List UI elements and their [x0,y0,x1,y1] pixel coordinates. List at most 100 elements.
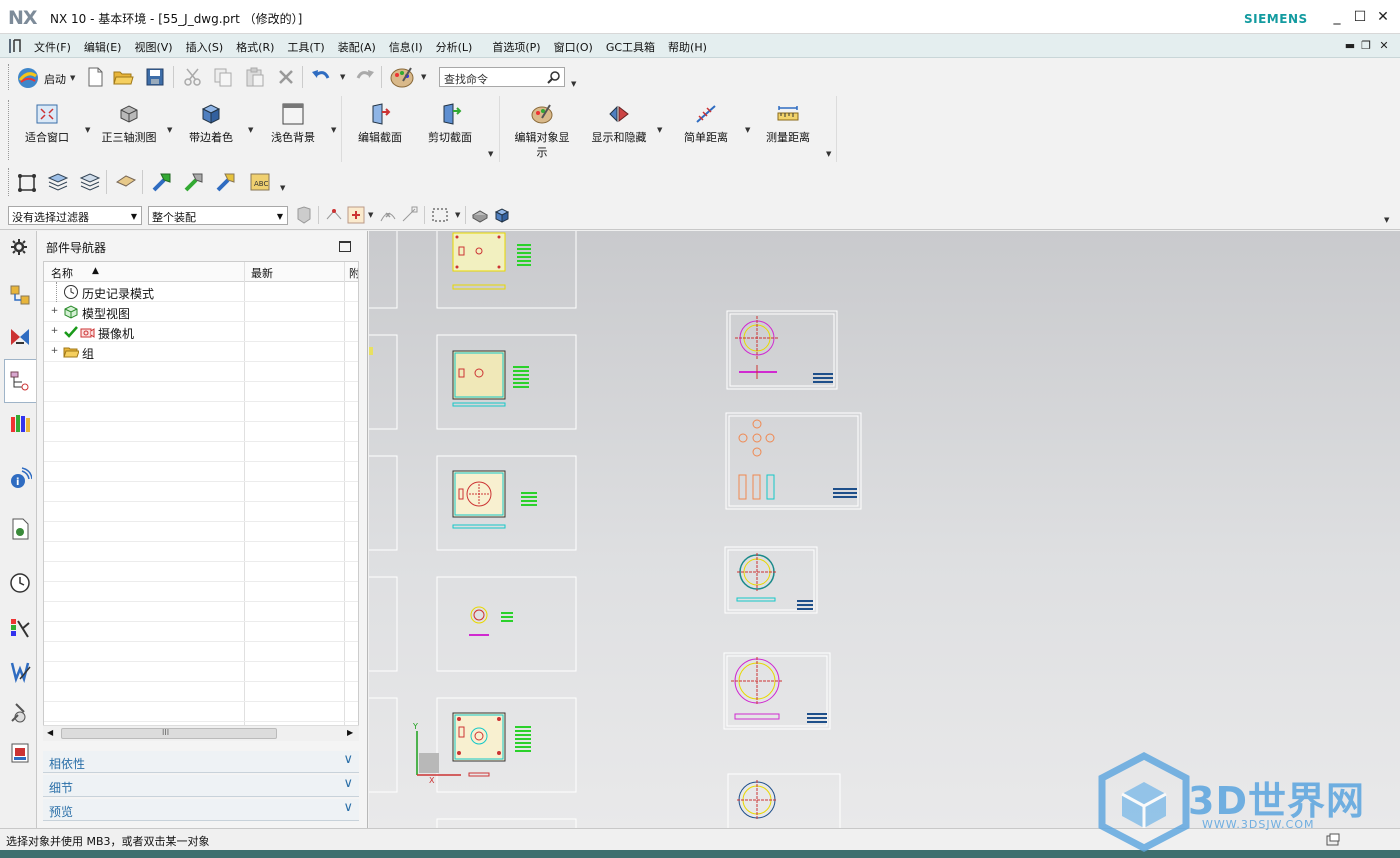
chevron-down-icon[interactable]: ▼ [368,211,373,219]
search-icon[interactable] [547,70,561,84]
new-file-icon[interactable] [84,66,106,88]
constraint-navigator-icon[interactable] [8,325,32,349]
rectangle-select-icon[interactable] [430,205,450,225]
preview-panel[interactable]: 预览 ∨ [43,799,359,821]
chevron-down-icon[interactable]: ▼ [70,74,75,82]
scroll-right-icon[interactable]: ▶ [347,728,353,737]
general-selection-icon[interactable] [294,205,314,225]
gear-icon[interactable] [9,237,29,257]
sheet-1[interactable] [436,231,577,309]
sort-ascending-icon[interactable]: ▲ [92,266,99,276]
layer-visibility-icon[interactable] [78,170,102,194]
sheet-3[interactable] [436,455,577,551]
selection-intent-icon[interactable] [346,205,366,225]
sheet-8[interactable] [724,546,818,614]
paste-icon[interactable] [244,66,266,88]
sheet-5[interactable] [436,697,577,793]
chevron-down-icon[interactable]: ▼ [340,73,345,81]
menu-edit[interactable]: 编辑(E) [84,39,122,55]
selection-scope-select[interactable]: 整个装配 ▼ [148,206,288,225]
toolbar-grip[interactable] [8,64,11,90]
select-solid-icon[interactable] [492,205,512,225]
menu-information[interactable]: 信息(I) [389,39,423,55]
process-studio-icon[interactable] [8,659,32,683]
column-header-attached[interactable]: 附 [349,265,358,281]
system-materials-icon[interactable] [8,741,32,765]
hd3d-tools-icon[interactable]: i [8,467,32,491]
point-on-curve-icon[interactable] [378,205,398,225]
reuse-library-icon[interactable] [8,411,32,435]
scrollbar-thumb[interactable]: III [61,728,277,739]
sheet-9[interactable] [723,652,831,730]
chevron-down-icon[interactable]: ▼ [167,126,172,134]
scroll-left-icon[interactable]: ◀ [47,728,53,737]
expand-icon[interactable]: + [50,307,59,316]
menu-file[interactable]: 文件(F) [34,39,71,55]
select-body-icon[interactable] [470,205,490,225]
close-button[interactable]: ✕ [1374,8,1392,26]
tree-row-model-views[interactable]: + 模型视图 [44,302,358,322]
menu-tools[interactable]: 工具(T) [287,39,324,55]
start-button[interactable]: 启动 ▼ [16,66,78,90]
menu-grip-icon[interactable] [8,38,24,54]
chevron-down-icon[interactable]: ▼ [826,150,831,158]
menu-gc-toolbox[interactable]: GC工具箱 [606,39,655,55]
snap-point-icon[interactable] [324,205,344,225]
expand-icon[interactable]: + [50,347,59,356]
delete-icon[interactable] [275,66,297,88]
chevron-down-icon[interactable]: ▼ [331,126,336,134]
toolbar-grip[interactable] [8,100,11,160]
menu-preferences[interactable]: 首选项(P) [492,39,540,55]
chevron-down-icon[interactable]: ▼ [571,80,576,88]
hammer-yellow-icon[interactable] [214,170,238,194]
sheet-4[interactable] [436,576,577,672]
menu-window[interactable]: 窗口(O) [554,39,593,55]
copy-icon[interactable] [212,66,234,88]
measure-distance-button[interactable]: 测量距离 [756,96,820,160]
redo-icon[interactable] [354,66,376,88]
manufacturing-wizard-icon[interactable] [8,701,32,725]
tree-row-history-mode[interactable]: 历史记录模式 [44,282,358,302]
hammer-blue-icon[interactable] [150,170,174,194]
trimetric-view-button[interactable]: 正三轴测图 [94,96,164,160]
assembly-navigator-icon[interactable] [8,283,32,307]
details-panel[interactable]: 细节 ∨ [43,775,359,797]
chevron-down-icon[interactable]: ▼ [488,150,493,158]
chevron-down-icon[interactable]: ▼ [280,184,285,192]
web-browser-icon[interactable] [8,517,32,541]
wcs-icon[interactable] [16,170,40,194]
chevron-down-icon[interactable]: ▼ [421,73,426,81]
hammer-gray-icon[interactable] [182,170,206,194]
chevron-down-icon[interactable]: ▼ [745,126,750,134]
fit-window-button[interactable]: 适合窗口 [14,96,80,160]
chevron-down-icon[interactable]: ▼ [657,126,662,134]
snap-end-icon[interactable] [400,205,420,225]
sheet-2[interactable] [436,334,577,430]
expand-icon[interactable]: + [50,327,59,336]
visualization-palette-icon[interactable] [8,617,32,641]
menu-insert[interactable]: 插入(S) [186,39,224,55]
column-header-name[interactable]: 名称 [51,265,73,281]
toolbar-grip[interactable] [8,168,11,196]
simple-distance-button[interactable]: 简单距离 [672,96,740,160]
minimize-button[interactable]: _ [1328,8,1346,26]
edit-object-display-button[interactable]: 编辑对象显示 [508,96,576,160]
history-clock-icon[interactable] [8,571,32,595]
menu-view[interactable]: 视图(V) [134,39,172,55]
edit-section-button[interactable]: 编辑截面 [348,96,412,160]
type-filter-select[interactable]: 没有选择过滤器 ▼ [8,206,142,225]
annotation-icon[interactable]: ABC [248,170,274,194]
layer-settings-icon[interactable] [46,170,70,194]
column-header-uptodate[interactable]: 最新 [251,265,273,281]
palette-icon[interactable] [389,65,415,89]
open-folder-icon[interactable] [112,66,134,88]
shaded-with-edges-button[interactable]: 带边着色 [178,96,244,160]
menu-format[interactable]: 格式(R) [236,39,274,55]
show-hide-button[interactable]: 显示和隐藏 [584,96,654,160]
maximize-button[interactable]: ☐ [1351,8,1369,26]
part-navigator-tab[interactable] [4,359,36,403]
doc-restore-button[interactable]: ❐ [1359,39,1373,53]
save-icon[interactable] [144,66,166,88]
chevron-down-icon[interactable]: ▼ [455,211,460,219]
graphics-window[interactable]: Y X [369,231,1400,828]
